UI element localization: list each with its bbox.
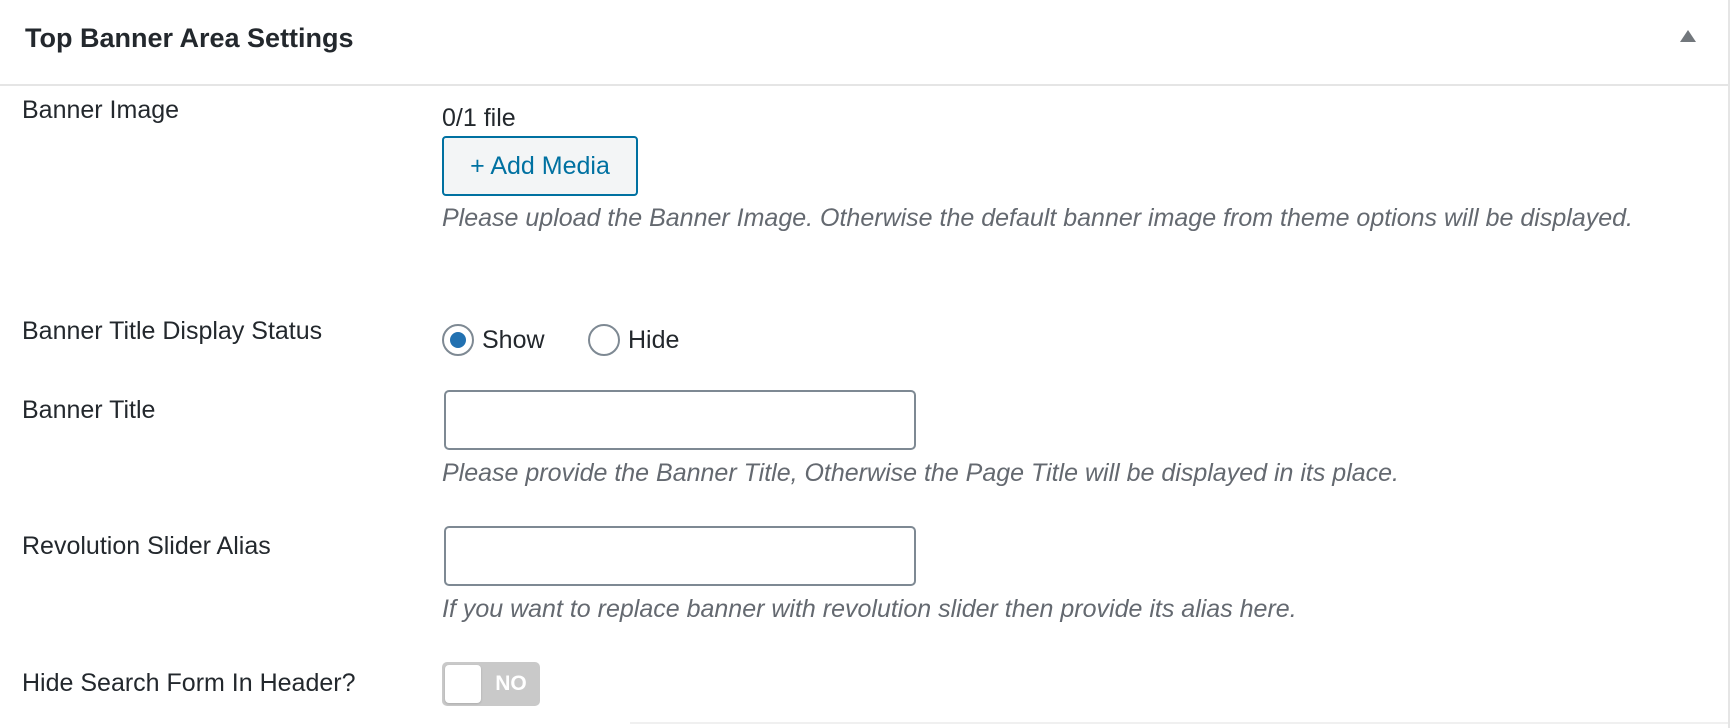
- collapse-toggle[interactable]: [1676, 28, 1700, 48]
- switch-knob: [445, 665, 481, 703]
- banner-image-label: Banner Image: [22, 96, 180, 124]
- radio-hide-label: Hide: [628, 326, 680, 354]
- radio-hide-button[interactable]: [588, 324, 620, 356]
- revolution-slider-alias-input[interactable]: [444, 526, 916, 586]
- radio-show-label: Show: [482, 326, 545, 354]
- banner-image-description: Please upload the Banner Image. Otherwis…: [442, 204, 1633, 232]
- top-banner-settings-panel: Top Banner Area Settings Banner Image 0/…: [0, 0, 1730, 728]
- panel-title: Top Banner Area Settings: [25, 23, 354, 53]
- revolution-slider-description: If you want to replace banner with revol…: [442, 595, 1297, 623]
- switch-state-text: NO: [495, 672, 527, 695]
- panel-header[interactable]: Top Banner Area Settings: [0, 0, 1728, 86]
- banner-title-display-label: Banner Title Display Status: [22, 317, 323, 345]
- banner-image-file-count: 0/1 file: [442, 104, 516, 132]
- banner-title-input[interactable]: [444, 390, 916, 450]
- hide-search-form-label: Hide Search Form In Header?: [22, 669, 356, 697]
- radio-show-button[interactable]: [442, 324, 474, 356]
- revolution-slider-alias-label: Revolution Slider Alias: [22, 532, 271, 560]
- banner-title-description: Please provide the Banner Title, Otherwi…: [442, 459, 1400, 487]
- triangle-up-icon: [1680, 30, 1696, 42]
- bottom-divider: [630, 722, 1728, 724]
- add-media-button[interactable]: + Add Media: [442, 136, 638, 196]
- banner-title-label: Banner Title: [22, 396, 156, 424]
- hide-search-form-switch[interactable]: NO: [442, 662, 540, 706]
